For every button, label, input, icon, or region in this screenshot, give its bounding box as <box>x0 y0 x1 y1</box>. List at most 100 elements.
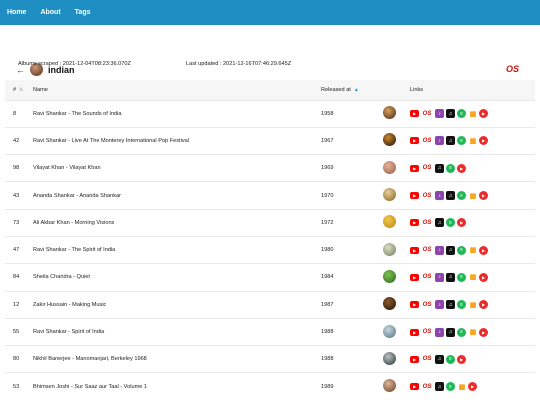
itunes-icon[interactable]: ♪ <box>435 327 444 337</box>
youtube-icon[interactable]: ▶ <box>410 273 419 281</box>
play-icon[interactable]: ▶ <box>457 163 466 173</box>
album-name[interactable]: Vilayat Khan - Vilayat Khan <box>33 155 321 182</box>
apple-icon[interactable]: ♫ <box>446 245 455 255</box>
apple-icon[interactable]: ♫ <box>446 191 455 201</box>
spotify-icon[interactable]: ≡ <box>446 354 455 364</box>
spotify-icon[interactable]: ≡ <box>457 300 466 310</box>
play-icon[interactable]: ▶ <box>457 354 466 364</box>
deezer-icon[interactable]: ▮▮ <box>468 300 477 309</box>
play-icon[interactable]: ▶ <box>479 327 488 337</box>
lastfm-icon[interactable]: OS <box>421 191 433 200</box>
lastfm-icon[interactable]: OS <box>421 273 433 282</box>
apple-icon[interactable]: ♫ <box>446 109 455 119</box>
itunes-icon[interactable]: ♪ <box>435 272 444 282</box>
lastfm-icon[interactable]: OS <box>421 218 433 227</box>
sort-ascending-icon[interactable]: ▲ <box>354 87 359 93</box>
itunes-icon[interactable]: ♪ <box>435 245 444 255</box>
album-name[interactable]: Ravi Shankar - The Sounds of India <box>33 100 321 127</box>
album-name[interactable]: Ravi Shankar - The Spirit of India <box>33 236 321 263</box>
album-name[interactable]: Zakir Hussain - Making Music <box>33 291 321 318</box>
nav-about-link[interactable]: About <box>40 9 60 16</box>
album-name[interactable]: Nikhil Banerjee - Manomanjari, Berkeley … <box>33 346 321 373</box>
apple-icon[interactable]: ♫ <box>446 327 455 337</box>
spotify-icon[interactable]: ≡ <box>457 191 466 201</box>
spotify-icon[interactable]: ≡ <box>446 163 455 173</box>
deezer-icon[interactable]: ▮▮ <box>468 246 477 255</box>
sort-icon[interactable]: ⇅ <box>19 87 23 93</box>
deezer-icon[interactable]: ▮▮ <box>468 109 477 118</box>
nav-home-link[interactable]: Home <box>7 9 26 16</box>
lastfm-icon[interactable]: OS <box>421 136 433 145</box>
youtube-icon[interactable]: ▶ <box>410 137 419 145</box>
apple-icon[interactable]: ♫ <box>435 354 444 364</box>
deezer-icon[interactable]: ▮▮ <box>468 191 477 200</box>
album-name[interactable]: Ali Akbar Khan - Morning Visions <box>33 209 321 236</box>
youtube-icon[interactable]: ▶ <box>410 383 419 391</box>
spotify-icon[interactable]: ≡ <box>446 218 455 228</box>
col-header-released[interactable]: Released at ▲ <box>321 80 383 100</box>
album-name[interactable]: Ananda Shankar - Ananda Shankar <box>33 182 321 209</box>
youtube-icon[interactable]: ▶ <box>410 219 419 227</box>
table-row[interactable]: 98 Vilayat Khan - Vilayat Khan 1969 ▶ OS ♫ ≡ ▶ <box>5 154 535 182</box>
album-name[interactable]: Ravi Shankar - Spirit of India <box>33 318 321 345</box>
lastfm-icon[interactable]: OS <box>421 109 433 118</box>
table-row[interactable]: 53 Bhimsen Joshi - Sur Saaz aur Taal - Vo… <box>5 372 535 400</box>
deezer-icon[interactable]: ▮▮ <box>468 136 477 145</box>
play-icon[interactable]: ▶ <box>479 109 488 119</box>
play-icon[interactable]: ▶ <box>479 191 488 201</box>
table-row[interactable]: 8 Ravi Shankar - The Sounds of India 1958 ▶… <box>5 100 535 127</box>
table-row[interactable]: 84 Sheila Chandra - Quiet 1984 ▶ OS ♪ ♫ ≡ ▮▮ ▶ <box>5 263 535 291</box>
apple-icon[interactable]: ♫ <box>446 272 455 282</box>
play-icon[interactable]: ▶ <box>479 272 488 282</box>
lastfm-icon[interactable]: OS <box>421 328 433 337</box>
col-header-number[interactable]: # ⇅ <box>5 80 33 100</box>
lastfm-icon[interactable]: OS <box>421 164 433 173</box>
table-row[interactable]: 80 Nikhil Banerjee - Manomanjari, Berkele… <box>5 345 535 373</box>
lastfm-icon[interactable]: OS <box>506 64 519 74</box>
youtube-icon[interactable]: ▶ <box>410 328 419 336</box>
apple-icon[interactable]: ♫ <box>435 163 444 173</box>
spotify-icon[interactable]: ≡ <box>446 382 455 392</box>
youtube-icon[interactable]: ▶ <box>410 246 419 254</box>
apple-icon[interactable]: ♫ <box>435 218 444 228</box>
deezer-icon[interactable]: ▮▮ <box>457 382 466 391</box>
table-row[interactable]: 55 Ravi Shankar - Spirit of India 1988 ▶ OS ♪… <box>5 318 535 345</box>
lastfm-icon[interactable]: OS <box>421 355 433 364</box>
deezer-icon[interactable]: ▮▮ <box>468 273 477 282</box>
table-row[interactable]: 43 Ananda Shankar - Ananda Shankar 1970 ▶ OS… <box>5 181 535 209</box>
play-icon[interactable]: ▶ <box>479 300 488 310</box>
apple-icon[interactable]: ♫ <box>435 382 444 392</box>
nav-tags-link[interactable]: Tags <box>75 9 91 16</box>
spotify-icon[interactable]: ≡ <box>457 272 466 282</box>
lastfm-icon[interactable]: OS <box>421 300 433 309</box>
play-icon[interactable]: ▶ <box>479 245 488 255</box>
spotify-icon[interactable]: ≡ <box>457 245 466 255</box>
deezer-icon[interactable]: ▮▮ <box>468 328 477 337</box>
lastfm-icon[interactable]: OS <box>421 246 433 255</box>
itunes-icon[interactable]: ♪ <box>435 191 444 201</box>
youtube-icon[interactable]: ▶ <box>410 164 419 172</box>
spotify-icon[interactable]: ≡ <box>457 109 466 119</box>
table-row[interactable]: 42 Ravi Shankar - Live At The Monterey In… <box>5 127 535 154</box>
album-name[interactable]: Bhimsen Joshi - Sur Saaz aur Taal - Volu… <box>33 373 321 400</box>
youtube-icon[interactable]: ▶ <box>410 355 419 363</box>
table-row[interactable]: 12 Zakir Hussain - Making Music 1987 ▶ OS ♪ ♫ ≡… <box>5 291 535 318</box>
play-icon[interactable]: ▶ <box>457 218 466 228</box>
apple-icon[interactable]: ♫ <box>446 136 455 146</box>
play-icon[interactable]: ▶ <box>468 382 477 392</box>
table-row[interactable]: 47 Ravi Shankar - The Spirit of India 1980… <box>5 236 535 263</box>
itunes-icon[interactable]: ♪ <box>435 136 444 146</box>
itunes-icon[interactable]: ♪ <box>435 109 444 119</box>
spotify-icon[interactable]: ≡ <box>457 136 466 146</box>
play-icon[interactable]: ▶ <box>479 136 488 146</box>
lastfm-icon[interactable]: OS <box>421 382 433 391</box>
youtube-icon[interactable]: ▶ <box>410 110 419 118</box>
youtube-icon[interactable]: ▶ <box>410 301 419 309</box>
itunes-icon[interactable]: ♪ <box>435 300 444 310</box>
album-name[interactable]: Ravi Shankar - Live At The Monterey Inte… <box>33 127 321 154</box>
youtube-icon[interactable]: ▶ <box>410 192 419 200</box>
spotify-icon[interactable]: ≡ <box>457 327 466 337</box>
table-row[interactable]: 73 Ali Akbar Khan - Morning Visions 1972 ▶ O… <box>5 209 535 236</box>
album-name[interactable]: Sheila Chandra - Quiet <box>33 264 321 291</box>
apple-icon[interactable]: ♫ <box>446 300 455 310</box>
